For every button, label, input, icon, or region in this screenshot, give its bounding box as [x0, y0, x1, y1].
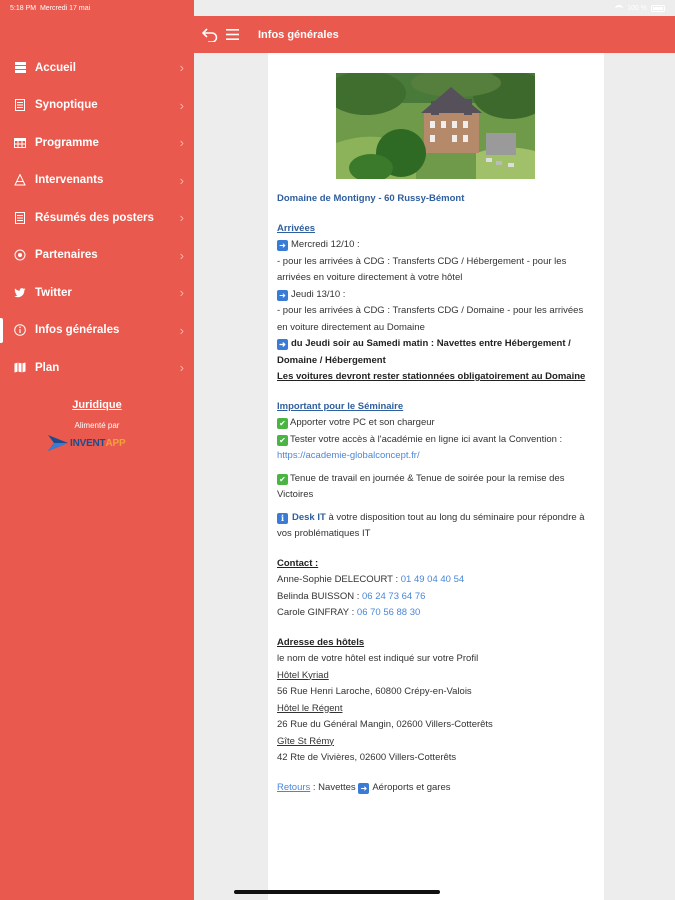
twitter-icon [14, 287, 26, 299]
chevron-right-icon: › [179, 135, 184, 151]
sidebar-item-label: Twitter [35, 286, 72, 299]
map-icon [14, 362, 26, 374]
adresse-intro: le nom de votre hôtel est indiqué sur vo… [277, 653, 479, 664]
logo-mark-icon [48, 435, 68, 451]
chevron-right-icon: › [179, 247, 184, 263]
contact-row: Anne-Sophie DELECOURT : 01 49 04 40 54 [277, 574, 465, 585]
wifi-icon [615, 5, 624, 11]
location-title: Domaine de Montigny - 60 Russy-Bémont [277, 193, 465, 204]
adresse-title: Adresse des hôtels [277, 636, 365, 648]
phone-link[interactable]: 06 24 73 64 76 [362, 591, 425, 602]
sidebar-item-label: Synoptique [35, 99, 98, 112]
chevron-right-icon: › [179, 172, 184, 188]
inventapp-logo[interactable]: INVENTAPP [48, 432, 148, 454]
sidebar-menu: Accueil › Synoptique › Programme › Inter… [0, 49, 194, 387]
hotel-name: Hôtel le Régent [277, 702, 343, 714]
hotel-address: 26 Rue du Général Mangin, 02600 Villers-… [277, 719, 493, 730]
sidebar: Accueil › Synoptique › Programme › Inter… [0, 0, 194, 900]
important-item-3: Tenue de travail en journée & Tenue de s… [277, 472, 565, 501]
chevron-right-icon: › [179, 60, 184, 76]
check-icon: ✔ [277, 418, 288, 429]
phone-link[interactable]: 01 49 04 40 54 [401, 574, 464, 585]
logo-text: INVENTAPP [70, 437, 126, 449]
battery-percent: 100 % [627, 4, 647, 12]
check-icon: ✔ [277, 434, 288, 446]
sidebar-item-plan[interactable]: Plan › [0, 349, 194, 387]
calendar-icon [14, 137, 26, 149]
sidebar-item-label: Programme [35, 136, 99, 149]
chevron-right-icon: › [179, 210, 184, 226]
arrival-day-1: Mercredi 12/10 : [291, 239, 360, 250]
home-icon [14, 62, 26, 74]
menu-icon[interactable] [224, 27, 240, 43]
phone-link[interactable]: 06 70 56 88 30 [357, 607, 420, 618]
contact-row: Belinda BUISSON : 06 24 73 64 76 [277, 590, 426, 602]
chevron-right-icon: › [179, 322, 184, 338]
handshake-icon [14, 249, 26, 261]
important-item-2: Tester votre accès à l'académie en ligne… [290, 433, 563, 445]
sidebar-item-twitter[interactable]: Twitter › [0, 274, 194, 312]
important-title: Important pour le Séminaire [277, 400, 404, 412]
hotel-address: 42 Rte de Vivières, 02600 Villers-Cotter… [277, 752, 457, 763]
sidebar-item-label: Résumés des posters [35, 211, 154, 224]
parking-notice: Les voitures devront rester stationnées … [277, 371, 586, 382]
document-icon [14, 99, 26, 112]
arrow-right-icon: ➜ [358, 782, 370, 794]
arrow-right-icon: ➜ [277, 289, 288, 301]
content-panel: Domaine de Montigny - 60 Russy-Bémont Ar… [268, 53, 604, 900]
domain-photo [336, 73, 535, 179]
sidebar-item-infos-generales[interactable]: Infos générales › [0, 312, 194, 350]
home-indicator[interactable] [234, 890, 440, 894]
sidebar-item-label: Accueil [35, 61, 76, 74]
retours-link[interactable]: Retours [277, 782, 310, 793]
chevron-right-icon: › [179, 360, 184, 376]
sidebar-item-programme[interactable]: Programme › [0, 124, 194, 162]
desk-it-label: Desk IT [292, 511, 326, 523]
document-icon [14, 211, 26, 224]
sidebar-item-synoptique[interactable]: Synoptique › [0, 87, 194, 125]
speaker-icon [14, 174, 26, 186]
hotel-name: Gîte St Rémy [277, 735, 335, 747]
contact-row: Carole GINFRAY : 06 70 56 88 30 [277, 607, 421, 618]
arrivees-title: Arrivées [277, 222, 316, 234]
sidebar-item-resumes-posters[interactable]: Résumés des posters › [0, 199, 194, 237]
retours-line: Retours : Navettes ➜ Aéroports et gares [277, 781, 451, 794]
chevron-right-icon: › [179, 97, 184, 113]
status-date: Mercredi 17 mai [39, 4, 91, 12]
arrival-day-2: Jeudi 13/10 : [291, 288, 346, 300]
page-title: Infos générales [258, 28, 339, 41]
top-bar: Infos générales [194, 16, 675, 53]
status-time: 5:18 PM [10, 4, 37, 12]
sidebar-item-label: Infos générales [35, 324, 120, 337]
arrival-day-1-text: - pour les arrivées à CDG : Transferts C… [277, 255, 567, 284]
arrow-right-icon: ➜ [277, 240, 288, 251]
hotel-address: 56 Rue Henri Laroche, 60800 Crépy-en-Val… [277, 686, 472, 697]
contact-title: Contact : [277, 557, 319, 569]
sidebar-item-label: Partenaires [35, 249, 98, 262]
battery-icon [651, 4, 665, 12]
academie-link[interactable]: https://academie-globalconcept.fr/ [277, 450, 420, 461]
juridique-link[interactable]: Juridique [0, 399, 194, 411]
sidebar-item-label: Plan [35, 361, 60, 374]
important-item-1: Apporter votre PC et son chargeur [290, 417, 435, 428]
arrival-day-2-text: - pour les arrivées à CDG : Transferts C… [277, 305, 584, 333]
status-bar: 5:18 PM Mercredi 17 mai 100 % [0, 0, 675, 16]
arrow-right-icon: ➜ [277, 339, 288, 350]
hotel-name: Hôtel Kyriad [277, 669, 329, 681]
sidebar-item-intervenants[interactable]: Intervenants › [0, 162, 194, 200]
powered-by-label: Alimenté par [74, 421, 120, 430]
navettes-text: du Jeudi soir au Samedi matin : Navettes… [277, 338, 571, 366]
back-icon[interactable] [202, 27, 218, 43]
info-icon [14, 324, 26, 337]
info-text: Domaine de Montigny - 60 Russy-Bémont Ar… [277, 191, 595, 796]
info-icon: i [277, 512, 288, 524]
chevron-right-icon: › [179, 285, 184, 301]
sidebar-item-label: Intervenants [35, 174, 104, 187]
sidebar-item-accueil[interactable]: Accueil › [0, 49, 194, 87]
sidebar-item-partenaires[interactable]: Partenaires › [0, 237, 194, 275]
check-icon: ✔ [277, 473, 288, 485]
